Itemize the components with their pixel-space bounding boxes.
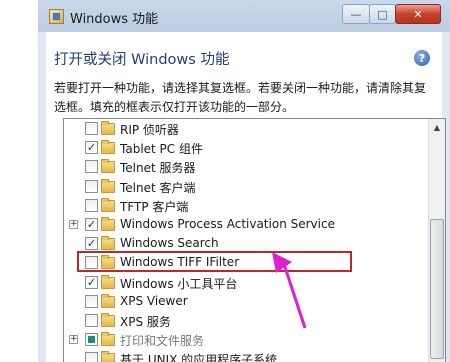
- folder-icon: [101, 332, 115, 347]
- feature-label: XPS Viewer: [120, 293, 188, 308]
- close-button[interactable]: ✕: [395, 4, 441, 24]
- windows-features-dialog: Windows 功能 — □ ✕ 打开或关闭 Windows 功能 ? 若要打开…: [38, 0, 450, 362]
- instructions-text: 若要打开一种功能，请选择其复选框。若要关闭一种功能，请清除其复选框。填充的框表示…: [54, 81, 427, 114]
- feature-row[interactable]: XPS Viewer: [64, 293, 414, 312]
- feature-row[interactable]: Telnet 客户端: [64, 178, 414, 197]
- folder-icon: [101, 178, 115, 193]
- feature-row[interactable]: TFTP 客户端: [64, 197, 414, 216]
- folder-icon: [101, 351, 115, 362]
- feature-checkbox[interactable]: [85, 160, 98, 174]
- feature-row[interactable]: XPS 服务: [64, 312, 414, 331]
- feature-checkbox[interactable]: [85, 352, 98, 362]
- feature-label: XPS 服务: [120, 315, 171, 329]
- feature-checkbox[interactable]: [85, 179, 98, 193]
- feature-checkbox[interactable]: [85, 294, 98, 308]
- minimize-button[interactable]: —: [342, 4, 370, 24]
- maximize-button[interactable]: □: [369, 4, 396, 24]
- feature-row[interactable]: RIP 侦听器: [64, 120, 414, 139]
- vertical-scrollbar[interactable]: ▲: [428, 119, 445, 362]
- feature-checkbox[interactable]: ✓: [85, 275, 98, 289]
- feature-row[interactable]: + ✓ Windows Process Activation Service: [64, 216, 414, 235]
- highlight-annotation-box: [77, 251, 352, 272]
- feature-checkbox[interactable]: ✓: [85, 141, 98, 155]
- folder-icon: [101, 197, 115, 212]
- feature-checkbox[interactable]: [85, 333, 98, 347]
- title-bar[interactable]: Windows 功能 — □ ✕: [38, 0, 450, 32]
- windows-features-icon: [49, 9, 64, 24]
- folder-icon: [101, 140, 115, 155]
- feature-checkbox[interactable]: ✓: [85, 237, 98, 251]
- feature-checkbox[interactable]: [85, 122, 98, 135]
- feature-label: Windows Process Activation Service: [120, 217, 335, 231]
- help-icon[interactable]: ?: [414, 50, 430, 66]
- expand-icon[interactable]: +: [69, 335, 78, 345]
- feature-label: Windows 小工具平台: [120, 276, 238, 291]
- folder-icon: [101, 159, 115, 174]
- scroll-thumb[interactable]: [430, 219, 444, 359]
- feature-label: Telnet 客户端: [120, 180, 196, 195]
- feature-label: 打印和文件服务: [120, 334, 205, 349]
- dialog-content: 打开或关闭 Windows 功能 ? 若要打开一种功能，请选择其复选框。若要关闭…: [46, 32, 446, 362]
- feature-row[interactable]: 基于 UNIX 的应用程序子系统: [64, 350, 414, 362]
- feature-label: RIP 侦听器: [120, 123, 179, 137]
- folder-icon: [101, 293, 115, 308]
- feature-row[interactable]: ✓ Windows 小工具平台: [64, 274, 414, 293]
- feature-label: TFTP 客户端: [120, 199, 189, 214]
- folder-icon: [101, 236, 115, 251]
- feature-row[interactable]: ✓ Tablet PC 组件: [64, 139, 414, 158]
- expand-icon[interactable]: +: [69, 220, 78, 229]
- feature-row[interactable]: Telnet 服务器: [64, 158, 414, 177]
- folder-icon: [101, 313, 115, 327]
- feature-label: 基于 UNIX 的应用程序子系统: [120, 353, 278, 362]
- feature-label: Windows Search: [120, 236, 219, 251]
- feature-checkbox[interactable]: [85, 198, 98, 212]
- feature-checkbox[interactable]: ✓: [85, 218, 98, 231]
- page-title: 打开或关闭 Windows 功能: [54, 52, 230, 68]
- folder-icon: [101, 274, 115, 289]
- feature-label: Tablet PC 组件: [120, 142, 203, 157]
- feature-checkbox[interactable]: [85, 314, 98, 327]
- scroll-up-icon[interactable]: ▲: [429, 119, 445, 136]
- folder-icon: [101, 217, 115, 231]
- feature-row[interactable]: + 打印和文件服务: [64, 331, 414, 350]
- features-tree[interactable]: 基于 UNIX 的应用程序子系统 + 打印和文件服务 XPS 服务 XPS Viewer…: [63, 118, 446, 362]
- window-title: Windows 功能: [70, 12, 159, 27]
- feature-label: Telnet 服务器: [120, 161, 196, 176]
- folder-icon: [101, 121, 115, 135]
